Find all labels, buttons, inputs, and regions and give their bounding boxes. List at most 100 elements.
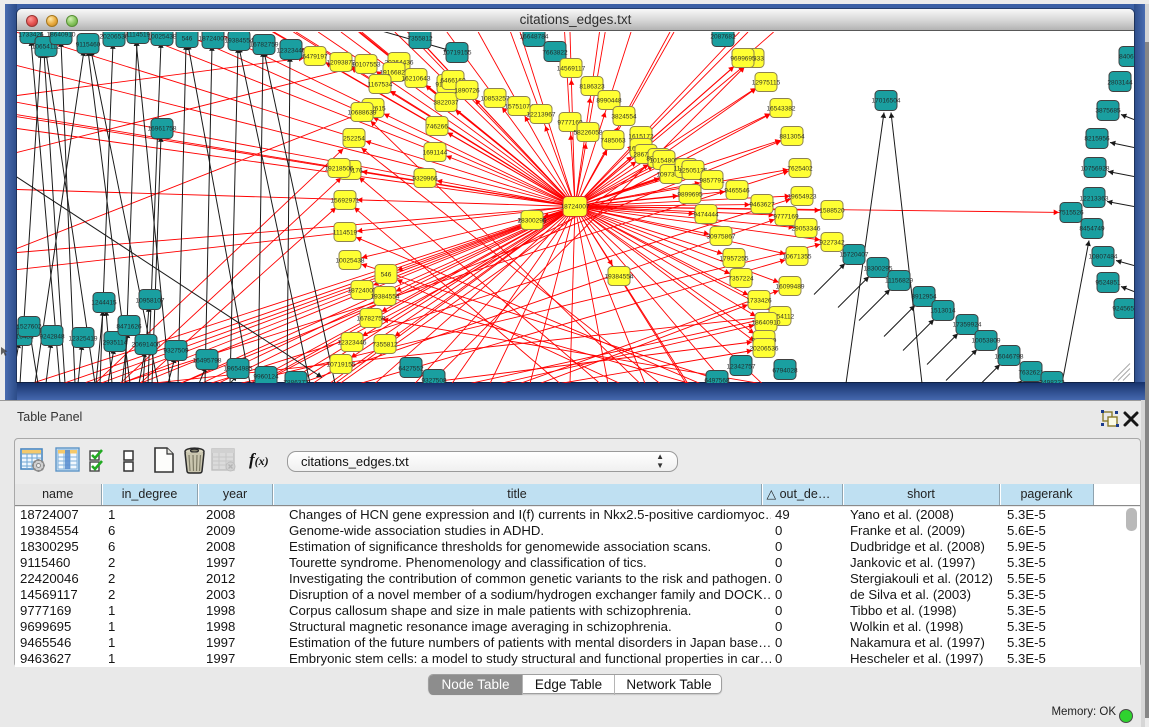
svg-text:7515526: 7515526	[1058, 210, 1084, 217]
svg-text:9960124: 9960124	[253, 374, 279, 381]
svg-text:20206536: 20206536	[100, 34, 129, 41]
svg-text:3822037: 3822037	[433, 100, 459, 107]
svg-text:9474444: 9474444	[693, 212, 719, 219]
svg-text:17359924: 17359924	[953, 322, 982, 329]
svg-text:840676: 840676	[1119, 54, 1134, 61]
svg-text:9115460: 9115460	[76, 42, 101, 49]
svg-text:10107553: 10107553	[352, 62, 381, 69]
svg-text:8813054: 8813054	[779, 134, 805, 141]
svg-text:18724007: 18724007	[199, 36, 228, 43]
svg-text:17957255: 17957255	[720, 256, 749, 263]
svg-text:10719155: 10719155	[327, 362, 356, 369]
svg-text:15692971: 15692971	[331, 198, 360, 205]
svg-text:1691144: 1691144	[423, 150, 448, 157]
svg-text:30975867: 30975867	[707, 234, 736, 241]
svg-text:10154808: 10154808	[650, 158, 679, 165]
svg-text:9463627: 9463627	[749, 202, 775, 209]
svg-text:9899695: 9899695	[677, 192, 703, 199]
svg-text:7625402: 7625402	[787, 166, 813, 173]
svg-text:18300295: 18300295	[864, 266, 893, 273]
svg-text:20206536: 20206536	[750, 346, 779, 353]
svg-text:1513014: 1513014	[930, 308, 956, 315]
svg-text:18640910: 18640910	[47, 32, 76, 39]
svg-text:8990448: 8990448	[596, 98, 622, 105]
svg-text:6427552: 6427552	[398, 366, 424, 373]
svg-text:546: 546	[182, 36, 193, 43]
svg-text:19384554: 19384554	[605, 274, 634, 281]
svg-text:12975115: 12975115	[752, 80, 781, 87]
svg-text:11156829: 11156829	[885, 278, 913, 285]
svg-text:3824554: 3824554	[611, 114, 637, 121]
svg-text:1167534: 1167534	[368, 82, 393, 89]
svg-text:10688639: 10688639	[348, 110, 377, 117]
svg-text:10807484: 10807484	[1089, 254, 1118, 261]
svg-text:29053346: 29053346	[792, 226, 821, 233]
svg-text:12323446: 12323446	[338, 340, 367, 347]
svg-text:9242848: 9242848	[39, 334, 65, 341]
svg-text:16782759: 16782759	[357, 316, 386, 323]
svg-text:2935114: 2935114	[103, 340, 128, 347]
svg-text:7485063: 7485063	[600, 138, 626, 145]
svg-text:8912954: 8912954	[911, 294, 937, 301]
svg-text:16099489: 16099489	[776, 284, 805, 291]
svg-text:9329966: 9329966	[412, 176, 438, 183]
svg-text:14569117: 14569117	[557, 66, 586, 73]
svg-text:12325419: 12325419	[69, 336, 98, 343]
svg-text:546: 546	[381, 272, 392, 279]
svg-text:16543382: 16543382	[767, 106, 796, 113]
svg-text:6497568: 6497568	[704, 378, 730, 384]
svg-text:6479197: 6479197	[302, 54, 328, 61]
svg-text:16046798: 16046798	[995, 354, 1024, 361]
svg-text:1527602: 1527602	[17, 324, 42, 331]
svg-text:19218506: 19218506	[325, 166, 354, 173]
svg-text:18640910: 18640910	[752, 320, 781, 327]
svg-text:746266: 746266	[426, 124, 448, 131]
svg-text:9245652: 9245652	[1112, 306, 1134, 313]
svg-text:7357224: 7357224	[728, 276, 754, 283]
svg-text:20691406: 20691406	[132, 342, 161, 349]
svg-text:1890726: 1890726	[454, 88, 480, 95]
svg-text:2087682: 2087682	[710, 34, 736, 41]
svg-text:9699695: 9699695	[730, 56, 756, 63]
svg-text:7663822: 7663822	[542, 50, 568, 57]
svg-text:252254: 252254	[343, 136, 365, 143]
svg-text:9327508: 9327508	[421, 378, 447, 384]
svg-text:9777169: 9777169	[773, 214, 799, 221]
svg-text:19654923: 19654923	[788, 194, 817, 201]
svg-text:8471626: 8471626	[116, 324, 142, 331]
svg-text:8186323: 8186323	[579, 84, 605, 91]
svg-text:16782759: 16782759	[250, 42, 279, 49]
svg-text:16210643: 16210643	[402, 76, 431, 83]
svg-text:9227342: 9227342	[819, 240, 845, 247]
svg-text:3875685: 3875685	[1095, 108, 1121, 115]
svg-text:1244415: 1244415	[91, 300, 117, 307]
svg-text:12342757: 12342757	[727, 364, 756, 371]
svg-text:8454749: 8454749	[1079, 226, 1105, 233]
svg-text:16961758: 16961758	[148, 126, 177, 133]
svg-text:7355812: 7355812	[407, 36, 433, 43]
svg-text:58226058: 58226058	[574, 130, 603, 137]
svg-text:12213363: 12213363	[1080, 196, 1109, 203]
svg-text:1588520: 1588520	[819, 208, 845, 215]
svg-text:15720407: 15720407	[840, 252, 869, 259]
svg-text:10053809: 10053809	[972, 338, 1001, 345]
svg-text:1733426: 1733426	[746, 298, 772, 305]
svg-text:10756928: 10756928	[1081, 166, 1110, 173]
svg-text:16648784: 16648784	[520, 34, 549, 41]
svg-text:1114519: 1114519	[333, 230, 358, 237]
svg-text:10025438: 10025438	[148, 34, 177, 41]
svg-text:9327509: 9327509	[163, 348, 189, 355]
svg-text:19384554: 19384554	[371, 294, 400, 301]
svg-text:17016504: 17016504	[872, 98, 901, 105]
svg-text:16495798: 16495798	[193, 358, 222, 365]
svg-text:18300295: 18300295	[518, 218, 547, 225]
svg-text:10719155: 10719155	[443, 50, 472, 57]
svg-text:9465546: 9465546	[724, 188, 750, 195]
svg-text:7355812: 7355812	[372, 342, 398, 349]
svg-text:2803144: 2803144	[1107, 80, 1133, 87]
svg-text:18724007: 18724007	[561, 204, 590, 211]
svg-text:10958107: 10958107	[136, 298, 165, 305]
svg-text:10025438: 10025438	[336, 258, 365, 265]
svg-text:15751074: 15751074	[505, 104, 534, 111]
svg-text:12213967: 12213967	[527, 112, 556, 119]
